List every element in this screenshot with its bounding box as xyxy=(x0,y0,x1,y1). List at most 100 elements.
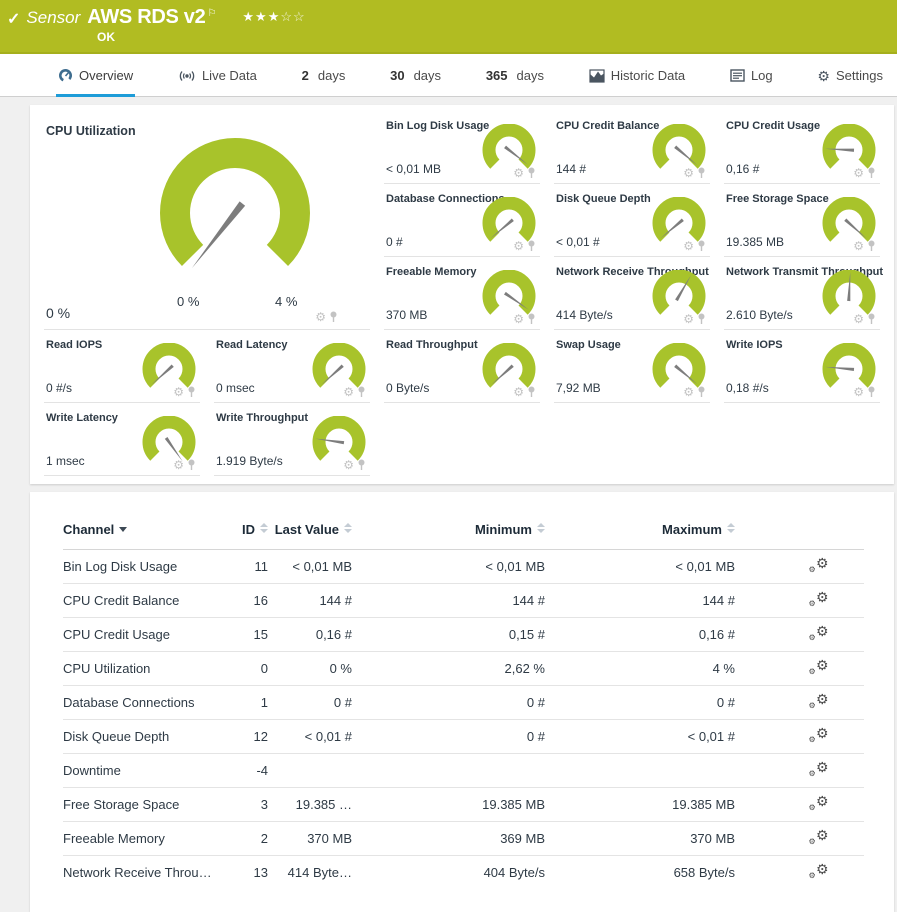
channel-last-value: 0 % xyxy=(268,652,352,686)
gear-icon[interactable]: ⚙ xyxy=(853,386,864,398)
gear-icon[interactable]: ⚙ xyxy=(173,459,184,471)
gear-icon[interactable]: ⚙ xyxy=(683,386,694,398)
gauge-value: 144 # xyxy=(556,162,586,176)
pin-icon[interactable] xyxy=(697,240,706,252)
channel-settings-icon[interactable]: ⚙⚙ xyxy=(809,862,829,880)
gauge-value: 370 MB xyxy=(386,308,427,322)
priority-stars[interactable]: ★★★☆☆ xyxy=(242,9,305,25)
channel-name[interactable]: Free Storage Space xyxy=(63,788,223,822)
pin-icon[interactable] xyxy=(867,167,876,179)
channel-settings-icon[interactable]: ⚙⚙ xyxy=(809,828,829,846)
channel-settings-icon[interactable]: ⚙⚙ xyxy=(809,760,829,778)
channel-name[interactable]: Disk Queue Depth xyxy=(63,720,223,754)
tab-historic-data[interactable]: Historic Data xyxy=(587,68,687,97)
channel-minimum xyxy=(352,754,545,788)
gear-icon[interactable]: ⚙ xyxy=(513,167,524,179)
gear-icon[interactable]: ⚙ xyxy=(513,386,524,398)
gauge-cell-bin-log-disk-usage: Bin Log Disk Usage < 0,01 MB ⚙ xyxy=(384,111,540,184)
pin-icon[interactable] xyxy=(527,167,536,179)
column-header-settings xyxy=(735,518,864,550)
sensor-header: ✓ Sensor AWS RDS v2 ⚐ ★★★☆☆ OK xyxy=(0,0,897,54)
pin-icon[interactable] xyxy=(697,313,706,325)
pin-icon[interactable] xyxy=(527,386,536,398)
tab-label: Overview xyxy=(79,68,133,83)
gear-icon[interactable]: ⚙ xyxy=(343,459,354,471)
channel-settings-icon[interactable]: ⚙⚙ xyxy=(809,590,829,608)
pin-icon[interactable] xyxy=(187,459,196,471)
gear-icon[interactable]: ⚙ xyxy=(683,167,694,179)
pin-icon[interactable] xyxy=(867,386,876,398)
channel-settings-icon[interactable]: ⚙⚙ xyxy=(809,624,829,642)
pin-icon[interactable] xyxy=(357,459,366,471)
tab-2-days[interactable]: 2 days xyxy=(300,68,348,97)
gear-icon[interactable]: ⚙ xyxy=(343,386,354,398)
channel-settings-icon[interactable]: ⚙⚙ xyxy=(809,726,829,744)
pin-icon[interactable] xyxy=(697,386,706,398)
pin-icon[interactable] xyxy=(867,240,876,252)
gauge-dial xyxy=(150,137,320,297)
channel-settings-icon[interactable]: ⚙⚙ xyxy=(809,692,829,710)
channel-name[interactable]: Freeable Memory xyxy=(63,822,223,856)
channel-name[interactable]: CPU Utilization xyxy=(63,652,223,686)
gauge-value: 7,92 MB xyxy=(556,381,601,395)
gear-icon[interactable]: ⚙ xyxy=(853,313,864,325)
channel-settings-icon[interactable]: ⚙⚙ xyxy=(809,556,829,574)
tab-label: days xyxy=(517,68,544,83)
gear-icon[interactable]: ⚙ xyxy=(513,313,524,325)
gear-icon[interactable]: ⚙ xyxy=(683,313,694,325)
gauge-title: CPU Utilization xyxy=(46,124,136,138)
channel-name[interactable]: CPU Credit Balance xyxy=(63,584,223,618)
channel-name[interactable]: Database Connections xyxy=(63,686,223,720)
gauge-cell-freeable-memory: Freeable Memory 370 MB ⚙ xyxy=(384,257,540,330)
gauge-value: 1 msec xyxy=(46,454,85,468)
column-header-minimum[interactable]: Minimum xyxy=(352,518,545,550)
pin-icon[interactable] xyxy=(357,386,366,398)
gauge-cell-database-connections: Database Connections 0 # ⚙ xyxy=(384,184,540,257)
gauge-scale-max: 4 % xyxy=(275,294,297,309)
tab-live-data[interactable]: Live Data xyxy=(176,68,259,97)
gear-icon[interactable]: ⚙ xyxy=(513,240,524,252)
gauge-title: Freeable Memory xyxy=(386,266,476,278)
channel-id: 13 xyxy=(223,856,268,890)
column-header-channel[interactable]: Channel xyxy=(63,518,223,550)
pin-icon[interactable] xyxy=(697,167,706,179)
pin-icon[interactable] xyxy=(527,313,536,325)
gear-icon[interactable]: ⚙ xyxy=(683,240,694,252)
pin-icon[interactable] xyxy=(187,386,196,398)
pin-icon[interactable] xyxy=(867,313,876,325)
gauge-title: Write Throughput xyxy=(216,412,308,424)
channel-minimum: < 0,01 MB xyxy=(352,550,545,584)
pin-icon[interactable] xyxy=(527,240,536,252)
channel-name[interactable]: Network Receive Throu… xyxy=(63,856,223,890)
tab-settings[interactable]: ⚙ Settings xyxy=(815,68,885,97)
channel-id: 2 xyxy=(223,822,268,856)
channel-minimum: 0,15 # xyxy=(352,618,545,652)
tab-label: Settings xyxy=(836,68,883,83)
channel-settings-icon[interactable]: ⚙⚙ xyxy=(809,658,829,676)
gear-icon[interactable]: ⚙ xyxy=(315,311,326,323)
gear-icon[interactable]: ⚙ xyxy=(853,167,864,179)
column-header-id[interactable]: ID xyxy=(223,518,268,550)
gauge-cell-write-throughput: Write Throughput 1.919 Byte/s ⚙ xyxy=(214,403,370,476)
channel-last-value: < 0,01 MB xyxy=(268,550,352,584)
gear-icon[interactable]: ⚙ xyxy=(173,386,184,398)
table-row-disk-queue-depth: Disk Queue Depth 12 < 0,01 # 0 # < 0,01 … xyxy=(63,720,864,754)
gear-icon[interactable]: ⚙ xyxy=(853,240,864,252)
channel-name[interactable]: CPU Credit Usage xyxy=(63,618,223,652)
tab-overview[interactable]: Overview xyxy=(56,68,135,97)
pin-icon[interactable] xyxy=(329,311,338,323)
sort-desc-icon xyxy=(119,527,127,532)
channel-maximum: 19.385 MB xyxy=(545,788,735,822)
channel-name[interactable]: Bin Log Disk Usage xyxy=(63,550,223,584)
column-header-last-value[interactable]: Last Value xyxy=(268,518,352,550)
tab-30-days[interactable]: 30 days xyxy=(388,68,443,97)
tab-log[interactable]: Log xyxy=(728,68,775,97)
gauge-cell-write-latency: Write Latency 1 msec ⚙ xyxy=(44,403,200,476)
flag-icon[interactable]: ⚐ xyxy=(207,8,216,19)
tab-365-days[interactable]: 365 days xyxy=(484,68,546,97)
channel-settings-icon[interactable]: ⚙⚙ xyxy=(809,794,829,812)
channel-id: 12 xyxy=(223,720,268,754)
channel-name[interactable]: Downtime xyxy=(63,754,223,788)
column-header-maximum[interactable]: Maximum xyxy=(545,518,735,550)
gauge-title: Free Storage Space xyxy=(726,193,829,205)
